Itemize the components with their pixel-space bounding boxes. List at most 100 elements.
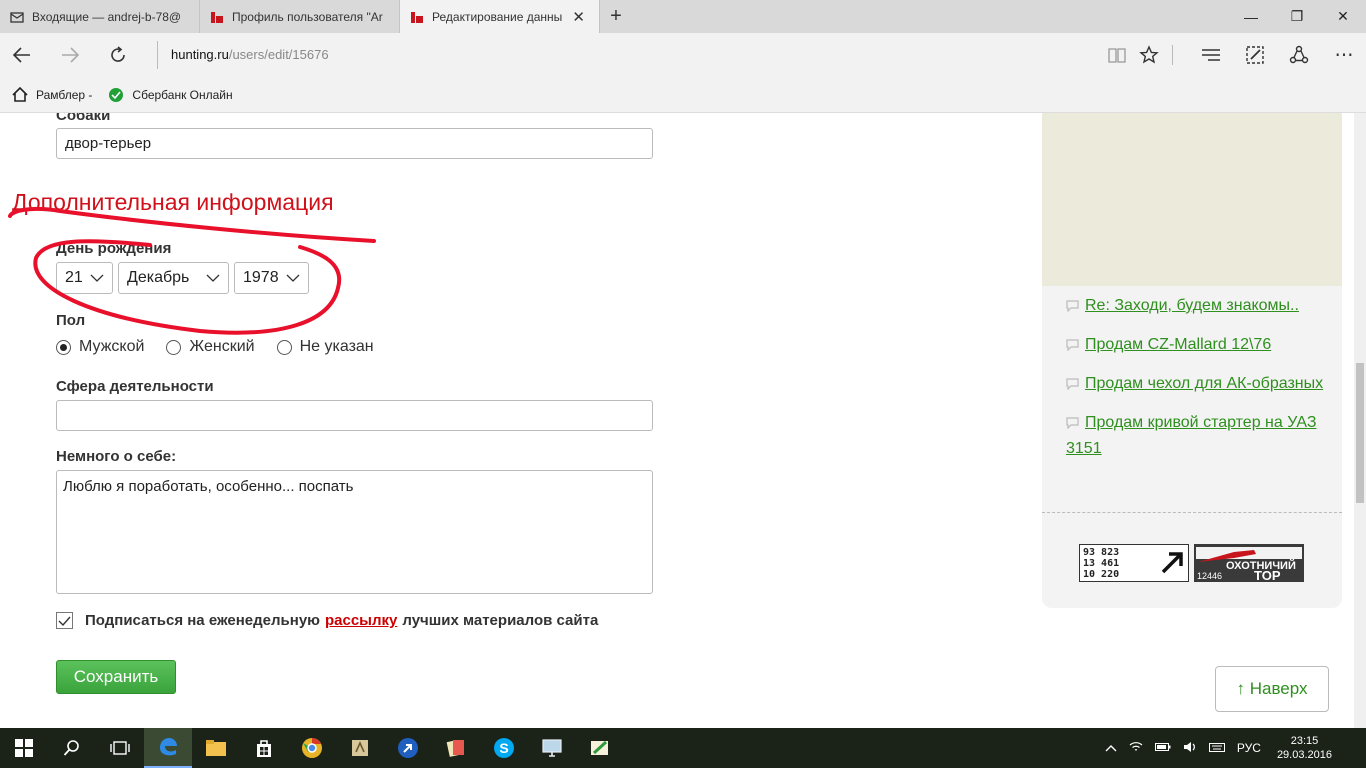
share-icon[interactable] — [1285, 42, 1313, 68]
birthday-label: День рождения — [56, 240, 172, 257]
tab-edit[interactable]: Редактирование данны ✕ — [400, 0, 600, 33]
scrollbar-thumb[interactable] — [1356, 363, 1364, 503]
tab-inbox[interactable]: Входящие — andrej-b-78@ — [0, 0, 200, 33]
about-textarea[interactable]: Люблю я поработать, особенно... поспать — [56, 470, 653, 594]
stats-counter-badge[interactable]: 93 823 13 461 10 220 — [1079, 544, 1189, 582]
back-to-top-button[interactable]: ↑ Наверх — [1215, 666, 1329, 712]
explorer-icon[interactable] — [192, 728, 240, 768]
close-tab-icon[interactable]: ✕ — [572, 8, 585, 26]
address-bar[interactable]: hunting.ru/users/edit/15676 — [157, 41, 1077, 69]
new-tab-icon[interactable]: + — [600, 0, 632, 33]
gender-option-unspecified[interactable]: Не указан — [276, 338, 374, 356]
forward-icon[interactable] — [56, 42, 84, 68]
comment-icon — [1066, 417, 1079, 429]
favorites-bar: Рамблер - Сбербанк Онлайн — [0, 77, 1366, 113]
task-view-icon[interactable] — [96, 728, 144, 768]
chevron-down-icon — [286, 274, 300, 282]
subscribe-checkbox[interactable] — [56, 612, 73, 629]
restore-icon[interactable]: ❐ — [1274, 0, 1320, 33]
app-icon[interactable] — [336, 728, 384, 768]
reading-view-icon[interactable] — [1103, 42, 1131, 68]
dogs-input[interactable]: двор-терьер — [56, 128, 653, 159]
volume-icon[interactable] — [1183, 741, 1197, 756]
forum-topic-link[interactable]: Продам CZ-Mallard 12\76 — [1066, 332, 1328, 358]
badge-number: 12446 — [1197, 571, 1222, 581]
site-icon — [211, 11, 223, 23]
scrollbar[interactable] — [1354, 113, 1366, 728]
favorite-rambler[interactable]: Рамблер - — [12, 87, 92, 102]
save-button[interactable]: Сохранить — [56, 660, 176, 694]
comment-icon — [1066, 378, 1079, 390]
paint-icon[interactable] — [576, 728, 624, 768]
mail-icon — [10, 11, 24, 23]
more-icon[interactable]: ⋯ — [1330, 42, 1358, 68]
comment-icon — [1066, 339, 1079, 351]
gender-option-male[interactable]: Мужской — [56, 338, 144, 356]
skype-icon[interactable]: S — [480, 728, 528, 768]
keyboard-icon[interactable] — [1208, 741, 1225, 756]
favorite-sberbank[interactable]: Сбербанк Онлайн — [108, 87, 233, 103]
forum-topic-link[interactable]: Re: Заходи, будем знакомы.. — [1066, 293, 1328, 319]
tab-title: Входящие — andrej-b-78@ — [32, 9, 182, 24]
birthday-year-value: 1978 — [243, 269, 279, 286]
arrow-app-icon[interactable] — [384, 728, 432, 768]
forum-topic-list: Re: Заходи, будем знакомы.. Продам CZ-Ma… — [1066, 293, 1328, 475]
forum-topic-link[interactable]: Продам чехол для АК-образных — [1066, 371, 1328, 397]
search-icon[interactable] — [48, 728, 96, 768]
radio-button[interactable] — [56, 339, 71, 355]
edge-icon[interactable] — [144, 728, 192, 768]
forum-topic-link[interactable]: Продам кривой стартер на УАЗ 3151 — [1066, 410, 1328, 462]
address-path: /users/edit/15676 — [228, 47, 329, 62]
divider — [1042, 512, 1342, 513]
page-content: Собаки двор-терьер Дополнительная информ… — [0, 113, 1366, 728]
gender-label: Пол — [56, 312, 86, 329]
store-icon[interactable] — [240, 728, 288, 768]
tab-profile[interactable]: Профиль пользователя "Ar — [200, 0, 400, 33]
radio-button[interactable] — [276, 339, 292, 355]
section-title: Дополнительная информация — [12, 189, 334, 215]
badge-suffix: TOP — [1254, 568, 1281, 582]
refresh-icon[interactable] — [104, 42, 132, 68]
hub-icon[interactable] — [1197, 42, 1225, 68]
language-indicator[interactable]: РУС — [1237, 741, 1261, 755]
newsletter-link[interactable]: рассылку — [325, 612, 397, 629]
battery-icon[interactable] — [1154, 741, 1171, 755]
favorite-label: Сбербанк Онлайн — [132, 87, 233, 102]
tab-title: Редактирование данны — [432, 9, 563, 24]
birthday-month-select[interactable]: Декабрь — [118, 262, 229, 294]
home-icon — [12, 87, 28, 102]
minimize-icon[interactable]: — — [1228, 0, 1274, 33]
svg-text:S: S — [499, 740, 508, 756]
occupation-label: Сфера деятельности — [56, 378, 214, 395]
subscribe-row: Подписаться на еженедельную рассылку луч… — [56, 612, 598, 629]
hunting-top-badge[interactable]: ОХОТНИЧИЙ 12446 TOP — [1194, 544, 1304, 582]
occupation-input[interactable] — [56, 400, 653, 431]
dogs-label: Собаки — [56, 113, 111, 124]
cards-icon[interactable] — [432, 728, 480, 768]
chevron-up-icon[interactable] — [1105, 741, 1117, 755]
tab-bar: Входящие — andrej-b-78@ Профиль пользова… — [0, 0, 1366, 33]
chevron-down-icon — [90, 274, 104, 282]
radio-button[interactable] — [166, 339, 182, 355]
taskbar: S РУС 23:15 29.03.2016 — [0, 728, 1366, 768]
gender-option-female[interactable]: Женский — [166, 338, 255, 356]
back-icon[interactable] — [8, 42, 36, 68]
advert-banner — [1042, 113, 1342, 286]
radio-label: Мужской — [79, 338, 145, 355]
wifi-icon[interactable] — [1129, 741, 1143, 756]
birthday-month-value: Декабрь — [127, 269, 190, 286]
favorite-star-icon[interactable] — [1135, 42, 1163, 68]
clock-time: 23:15 — [1290, 735, 1319, 747]
clock[interactable]: 23:15 29.03.2016 — [1277, 734, 1332, 762]
about-label: Немного о себе: — [56, 448, 177, 465]
system-tray: РУС 23:15 29.03.2016 — [1099, 728, 1366, 768]
monitor-icon[interactable] — [528, 728, 576, 768]
start-icon[interactable] — [0, 728, 48, 768]
chrome-icon[interactable] — [288, 728, 336, 768]
address-host: hunting.ru — [171, 47, 229, 62]
comment-icon — [1066, 300, 1079, 312]
birthday-day-select[interactable]: 21 — [56, 262, 113, 294]
birthday-year-select[interactable]: 1978 — [234, 262, 309, 294]
web-note-icon[interactable] — [1241, 42, 1269, 68]
close-window-icon[interactable]: ✕ — [1320, 0, 1366, 33]
